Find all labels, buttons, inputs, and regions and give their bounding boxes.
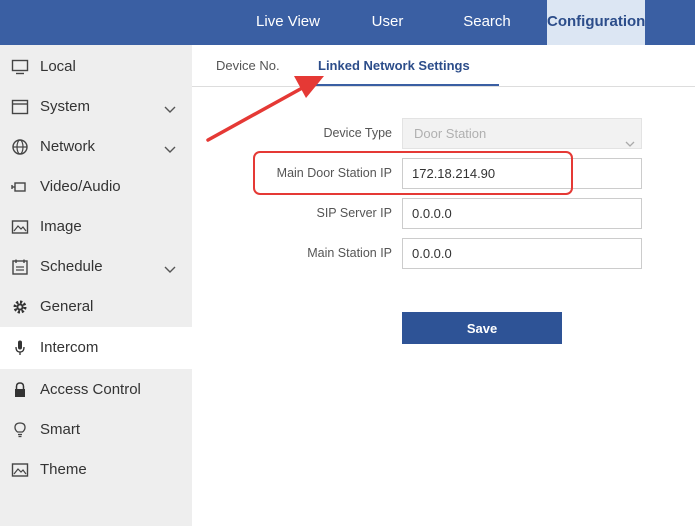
sidebar-item-network[interactable]: Network <box>0 127 192 167</box>
nav-live-view[interactable]: Live View <box>238 0 338 45</box>
save-button[interactable]: Save <box>402 312 562 344</box>
chevron-down-icon[interactable] <box>164 142 176 153</box>
main-door-station-ip-label: Main Door Station IP <box>276 166 392 180</box>
nav-configuration[interactable]: Configuration <box>547 0 645 45</box>
sidebar-item-schedule[interactable]: Schedule <box>0 247 192 287</box>
sidebar-item-general[interactable]: General <box>0 287 192 327</box>
sidebar-item-theme[interactable]: Theme <box>0 450 192 490</box>
gear-icon <box>11 299 29 315</box>
main-door-station-ip-input[interactable] <box>402 158 642 189</box>
sub-tab-bar: Device No. Linked Network Settings <box>192 45 695 87</box>
active-tab-underline <box>306 84 499 86</box>
sidebar-item-label: Access Control <box>40 381 141 398</box>
device-type-value: Door Station <box>414 126 487 141</box>
sidebar: Local System Network Video/Audio Image S… <box>0 45 192 526</box>
system-icon <box>11 99 29 115</box>
sidebar-item-label: Intercom <box>40 339 99 356</box>
sidebar-item-label: Schedule <box>40 258 103 275</box>
sidebar-item-label: Smart <box>40 421 81 438</box>
sidebar-item-video-audio[interactable]: Video/Audio <box>0 167 192 207</box>
microphone-icon <box>11 340 29 356</box>
sidebar-item-intercom[interactable]: Intercom <box>0 327 192 369</box>
sidebar-item-label: Theme <box>40 461 87 478</box>
device-type-label: Device Type <box>323 126 392 140</box>
tab-device-no[interactable]: Device No. <box>216 45 280 87</box>
camera-icon <box>11 179 29 195</box>
sidebar-item-system[interactable]: System <box>0 87 192 127</box>
theme-image-icon <box>11 462 29 478</box>
sidebar-item-label: Network <box>40 138 96 155</box>
main-station-ip-label: Main Station IP <box>307 246 392 260</box>
sidebar-item-label: System <box>40 98 91 115</box>
sidebar-item-local[interactable]: Local <box>0 47 192 87</box>
main-station-ip-input[interactable] <box>402 238 642 269</box>
chevron-down-icon <box>625 129 635 147</box>
chevron-down-icon[interactable] <box>164 102 176 113</box>
sip-server-ip-label: SIP Server IP <box>316 206 393 220</box>
sidebar-item-smart[interactable]: Smart <box>0 410 192 450</box>
globe-icon <box>11 139 29 155</box>
nav-search[interactable]: Search <box>437 0 537 45</box>
sidebar-item-label: Video/Audio <box>40 178 121 195</box>
sidebar-item-image[interactable]: Image <box>0 207 192 247</box>
nav-user[interactable]: User <box>345 0 430 45</box>
top-navigation-bar: Live View User Search Configuration <box>0 0 695 45</box>
sip-server-ip-input[interactable] <box>402 198 642 229</box>
device-type-select[interactable]: Door Station <box>402 118 642 149</box>
monitor-icon <box>11 59 29 75</box>
image-icon <box>11 219 29 235</box>
sidebar-item-label: Local <box>40 58 76 75</box>
calendar-icon <box>11 259 29 275</box>
lock-icon <box>11 382 29 398</box>
sidebar-item-label: General <box>40 298 94 315</box>
lightbulb-icon <box>11 422 29 438</box>
sidebar-item-access-control[interactable]: Access Control <box>0 370 192 410</box>
tab-linked-network-settings[interactable]: Linked Network Settings <box>318 45 470 87</box>
chevron-down-icon[interactable] <box>164 262 176 273</box>
sidebar-item-label: Image <box>40 218 82 235</box>
